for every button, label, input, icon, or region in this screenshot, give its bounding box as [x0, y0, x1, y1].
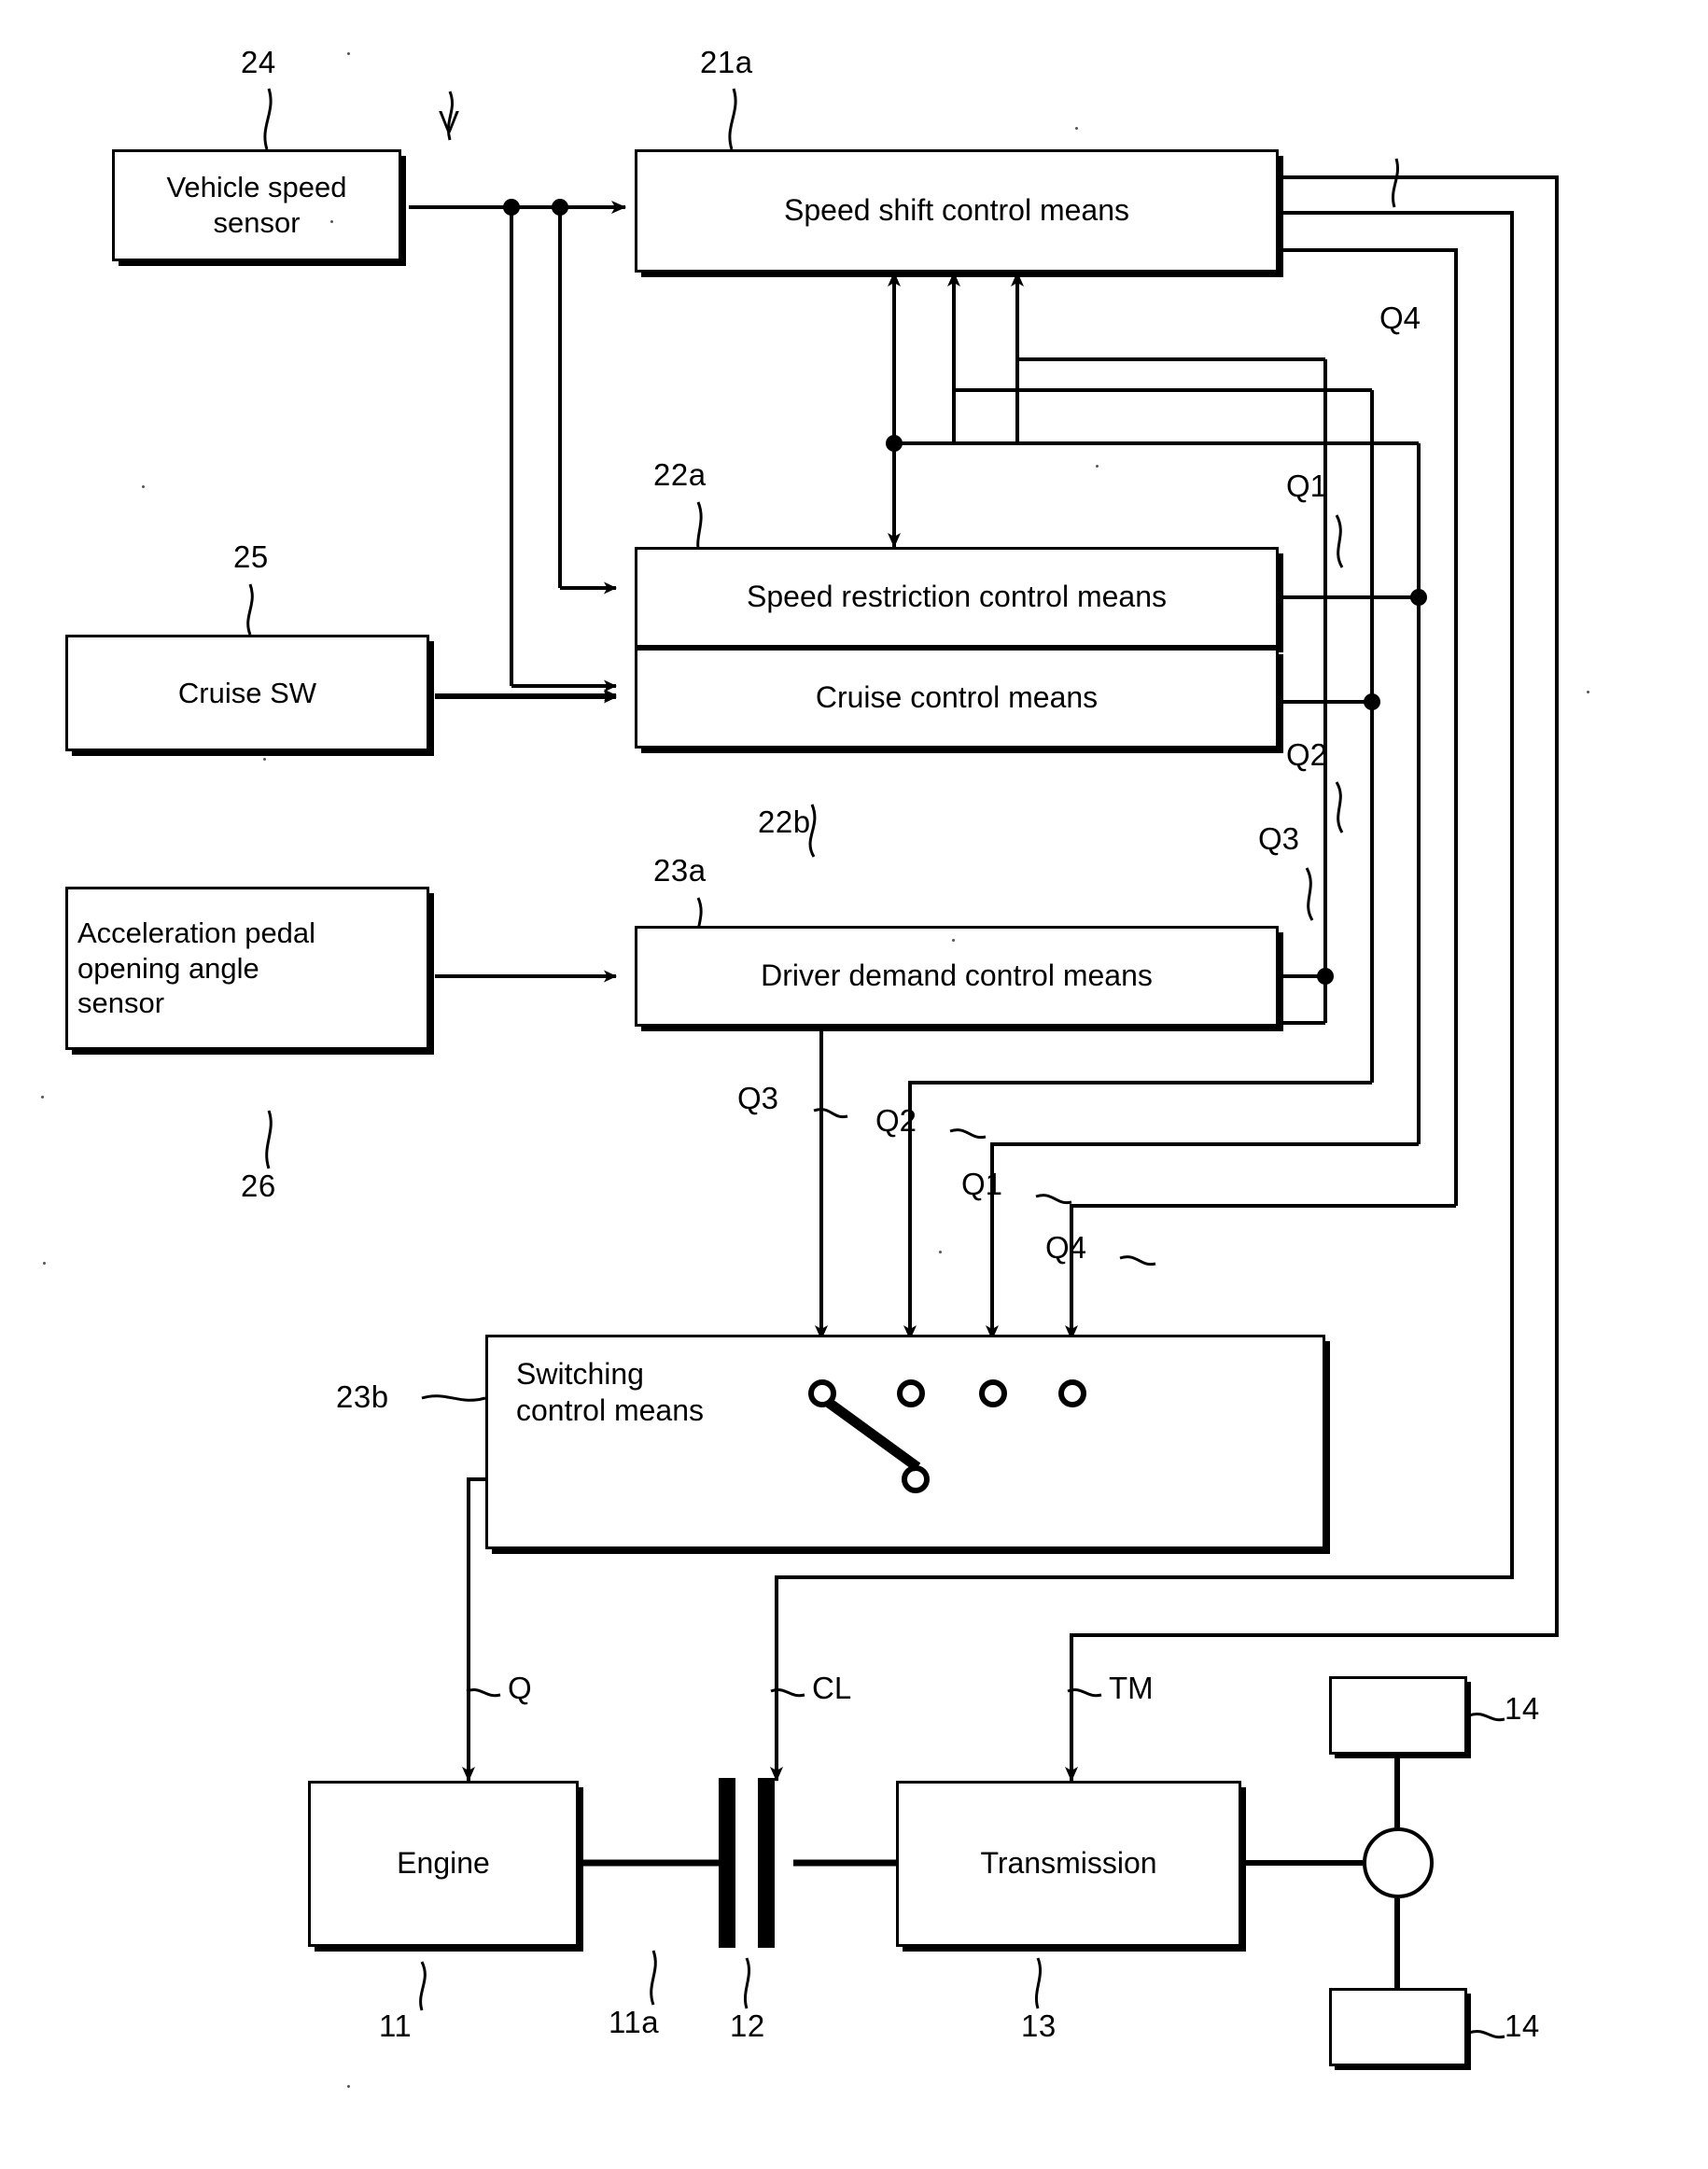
scan-speck [939, 1251, 942, 1253]
accel-pedal-sensor-label: Acceleration pedal opening angle sensor [77, 916, 316, 1020]
cruise-sw-block: Cruise SW [65, 635, 429, 751]
speed-restriction-control-label: Speed restriction control means [747, 580, 1167, 614]
ref-22a: 22a [653, 457, 707, 492]
ref-14-bottom: 14 [1505, 2008, 1540, 2043]
wiring-layer [246, 88, 1559, 2039]
driver-demand-control-label: Driver demand control means [761, 959, 1153, 993]
clutch-plate-left [719, 1778, 735, 1948]
wheel-top [1329, 1676, 1467, 1755]
signal-q2-switch: Q2 [875, 1103, 917, 1138]
signal-v: V [439, 105, 460, 139]
scan-speck [263, 758, 266, 761]
scan-speck [330, 220, 333, 223]
scan-speck [142, 485, 145, 488]
signal-q4-right: Q4 [1379, 301, 1421, 335]
cruise-control-block: Cruise control means [635, 648, 1279, 749]
signal-q3-right: Q3 [1258, 821, 1300, 856]
scan-speck [347, 2085, 350, 2088]
scan-speck [347, 52, 350, 55]
switch-contact-q4[interactable] [1058, 1379, 1086, 1407]
diagram-canvas: Vehicle speed sensor 24 Cruise SW 25 Acc… [0, 0, 1708, 2169]
switch-contact-q1[interactable] [979, 1379, 1007, 1407]
ref-23a: 23a [653, 853, 707, 888]
speed-shift-control-label: Speed shift control means [784, 193, 1129, 228]
ref-14-top: 14 [1505, 1691, 1540, 1726]
signal-q1-switch: Q1 [961, 1167, 1003, 1201]
ref-12: 12 [730, 2008, 765, 2043]
vehicle-speed-sensor-label: Vehicle speed sensor [166, 171, 347, 239]
signal-q4-switch: Q4 [1045, 1230, 1087, 1265]
signal-q3-switch: Q3 [737, 1081, 779, 1115]
transmission-block: Transmission [896, 1781, 1241, 1947]
scan-speck [952, 939, 955, 942]
ref-22b: 22b [758, 805, 811, 839]
scan-speck [41, 1096, 44, 1098]
ref-11: 11 [379, 2008, 413, 2043]
wheel-bottom [1329, 1988, 1467, 2066]
engine-label: Engine [397, 1846, 490, 1881]
ref-13: 13 [1021, 2008, 1057, 2043]
driver-demand-control-block: Driver demand control means [635, 926, 1279, 1027]
scan-speck [1075, 127, 1078, 130]
cruise-control-label: Cruise control means [815, 680, 1099, 715]
signal-cl: CL [812, 1671, 852, 1705]
ref-25: 25 [233, 539, 269, 574]
scan-speck [1587, 691, 1589, 693]
ref-21a: 21a [700, 45, 753, 79]
accel-pedal-sensor-block: Acceleration pedal opening angle sensor [65, 887, 429, 1050]
switching-control-label: Switching control means [516, 1357, 704, 1428]
cruise-sw-label: Cruise SW [177, 676, 317, 709]
switch-contact-q2[interactable] [897, 1379, 925, 1407]
clutch-plate-right [758, 1778, 775, 1948]
speed-restriction-control-block: Speed restriction control means [635, 547, 1279, 648]
ref-23b: 23b [336, 1379, 389, 1414]
signal-q: Q [508, 1671, 532, 1705]
ref-11a: 11a [609, 2005, 660, 2039]
signal-tm: TM [1109, 1671, 1154, 1705]
ref-24: 24 [241, 45, 276, 79]
signal-q1-right: Q1 [1286, 469, 1328, 503]
vehicle-speed-sensor-block: Vehicle speed sensor [112, 149, 401, 261]
transmission-label: Transmission [980, 1846, 1157, 1881]
ref-26: 26 [241, 1168, 276, 1203]
scan-speck [1096, 465, 1099, 468]
signal-q2-right: Q2 [1286, 737, 1328, 772]
switching-control-block: Switching control means [485, 1335, 1325, 1549]
speed-shift-control-block: Speed shift control means [635, 149, 1279, 273]
differential [1363, 1827, 1434, 1898]
engine-block: Engine [308, 1781, 579, 1947]
scan-speck [43, 1262, 46, 1265]
